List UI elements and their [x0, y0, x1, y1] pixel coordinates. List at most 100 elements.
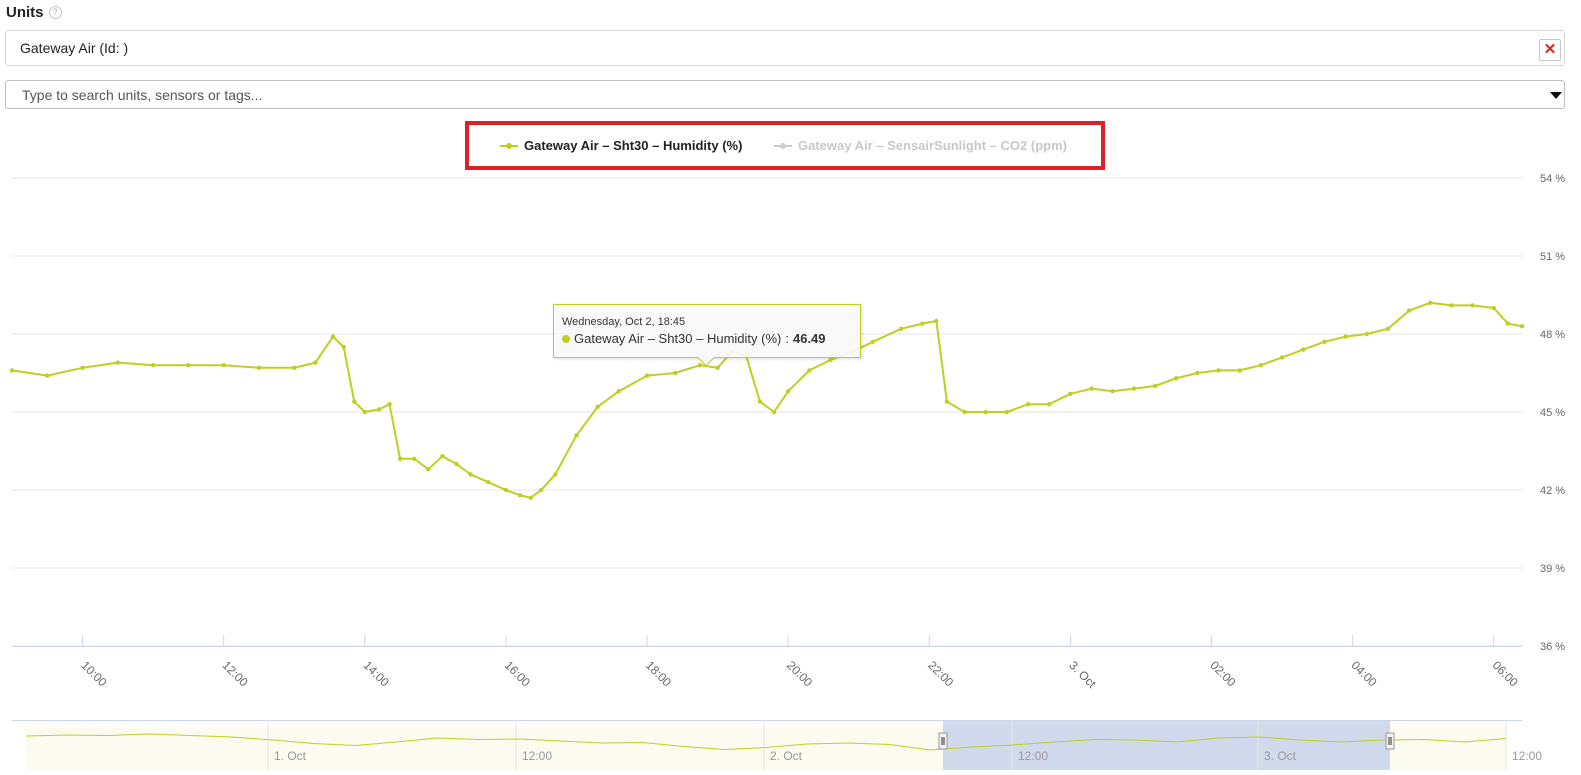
humidity-data-point — [1449, 303, 1454, 308]
humidity-data-point — [1491, 305, 1496, 311]
humidity-data-point — [1131, 386, 1137, 391]
x-tick-label: 14:00 — [361, 658, 392, 689]
humidity-data-point — [1343, 334, 1348, 339]
x-tick-label: 04:00 — [1349, 658, 1380, 689]
humidity-data-point — [1089, 386, 1094, 391]
humidity-data-point — [934, 318, 939, 324]
navigator-handle — [1385, 732, 1395, 750]
humidity-data-point — [1195, 370, 1200, 376]
navigator-tick-label: 12:00 — [1512, 749, 1542, 763]
humidity-data-point — [1152, 383, 1158, 389]
navigator-tick-label: 3. Oct — [1264, 749, 1297, 763]
y-tick-label: 54 % — [1540, 173, 1565, 185]
humidity-data-point — [983, 409, 988, 415]
humidity-data-point — [1047, 402, 1052, 407]
x-tick-label: 06:00 — [1490, 658, 1521, 689]
humidity-data-point — [1519, 324, 1525, 329]
humidity-data-point — [1237, 368, 1242, 373]
humidity-data-point — [454, 461, 459, 467]
humidity-data-point — [962, 409, 967, 415]
humidity-data-point — [115, 360, 121, 365]
humidity-data-point — [944, 399, 950, 404]
humidity-data-point — [1364, 331, 1369, 337]
humidity-data-point — [1470, 303, 1475, 308]
humidity-data-point — [186, 363, 191, 368]
humidity-data-point — [1258, 363, 1264, 368]
humidity-data-point — [1174, 376, 1179, 381]
humidity-data-point — [697, 363, 703, 368]
humidity-data-point — [426, 467, 431, 472]
x-tick-label: 3. Oct — [1066, 658, 1099, 691]
y-tick-label: 45 % — [1540, 407, 1565, 419]
humidity-data-point — [1216, 368, 1221, 373]
y-tick-label: 42 % — [1540, 485, 1565, 497]
humidity-data-point — [553, 472, 558, 477]
humidity-data-point — [1301, 347, 1306, 352]
humidity-data-point — [574, 433, 579, 438]
humidity-data-point — [920, 321, 925, 326]
humidity-data-point — [292, 365, 297, 370]
x-tick-label: 20:00 — [784, 658, 815, 689]
humidity-data-point — [715, 365, 720, 370]
humidity-data-point — [1385, 326, 1391, 331]
y-tick-label: 36 % — [1540, 641, 1565, 653]
humidity-data-point — [673, 370, 678, 376]
humidity-data-point — [757, 399, 763, 404]
tooltip-date: Wednesday, Oct 2, 18:45 — [562, 316, 686, 328]
humidity-data-point — [785, 389, 791, 394]
humidity-data-point — [539, 487, 544, 493]
x-tick-label: 18:00 — [643, 658, 674, 689]
navigator-handle — [938, 732, 948, 750]
humidity-data-point — [1004, 409, 1010, 415]
humidity-data-point — [313, 360, 318, 365]
x-tick-label: 02:00 — [1207, 658, 1238, 689]
humidity-data-point — [644, 373, 650, 378]
humidity-data-point — [616, 389, 622, 394]
x-tick-label: 10:00 — [78, 658, 109, 689]
humidity-data-point — [376, 407, 382, 412]
humidity-data-point — [330, 334, 336, 339]
navigator-tick-label: 12:00 — [1018, 749, 1048, 763]
humidity-data-point — [387, 402, 392, 407]
humidity-data-point — [595, 404, 600, 409]
x-tick-label: 22:00 — [925, 658, 956, 689]
humidity-data-point — [1110, 389, 1115, 394]
humidity-data-point — [1068, 391, 1073, 396]
humidity-data-point — [341, 344, 346, 350]
x-tick-label: 12:00 — [220, 658, 251, 689]
humidity-data-point — [221, 363, 226, 368]
tooltip-value: 46.49 — [792, 331, 826, 346]
chart-container: 36 % 39 % 42 % 45 % 48 % 51 % 54 % 10:00 12:00 14… — [0, 0, 1581, 775]
humidity-data-point — [828, 357, 833, 363]
humidity-data-point — [411, 456, 417, 461]
humidity-data-point — [256, 365, 262, 370]
humidity-data-point — [1279, 355, 1285, 360]
humidity-data-point — [352, 399, 357, 404]
humidity-data-point — [807, 368, 812, 373]
chart-tooltip: Wednesday, Oct 2, 18:45 Gateway Air – Sh… — [553, 304, 861, 358]
humidity-data-point — [1428, 300, 1433, 305]
tooltip-series-name: Gateway Air – Sht30 – Humidity (%) — [574, 331, 782, 346]
humidity-data-point — [9, 368, 15, 373]
humidity-data-point — [362, 409, 368, 415]
humidity-data-point — [45, 373, 50, 378]
humidity-data-point — [1025, 402, 1031, 407]
humidity-data-point — [517, 493, 523, 498]
humidity-data-point — [468, 472, 473, 477]
humidity-data-point — [150, 363, 156, 368]
navigator-tick-label: 1. Oct — [274, 749, 307, 763]
humidity-data-point — [771, 409, 777, 415]
humidity-data-point — [1322, 339, 1327, 344]
humidity-data-point — [1505, 321, 1511, 326]
navigator-tick-label: 12:00 — [522, 749, 552, 763]
humidity-data-point — [397, 456, 403, 461]
y-tick-label: 48 % — [1540, 329, 1565, 341]
humidity-data-point — [1406, 308, 1412, 313]
humidity-data-point — [870, 339, 876, 344]
humidity-data-point — [528, 495, 533, 500]
y-tick-label: 39 % — [1540, 563, 1565, 575]
humidity-line-chart[interactable]: 36 % 39 % 42 % 45 % 48 % 51 % 54 % 10:00 12:00 14… — [0, 0, 1581, 770]
x-tick-label: 16:00 — [502, 658, 533, 689]
humidity-data-point — [898, 326, 904, 331]
tooltip-series-line: Gateway Air – Sht30 – Humidity (%): 46.4… — [562, 331, 826, 346]
